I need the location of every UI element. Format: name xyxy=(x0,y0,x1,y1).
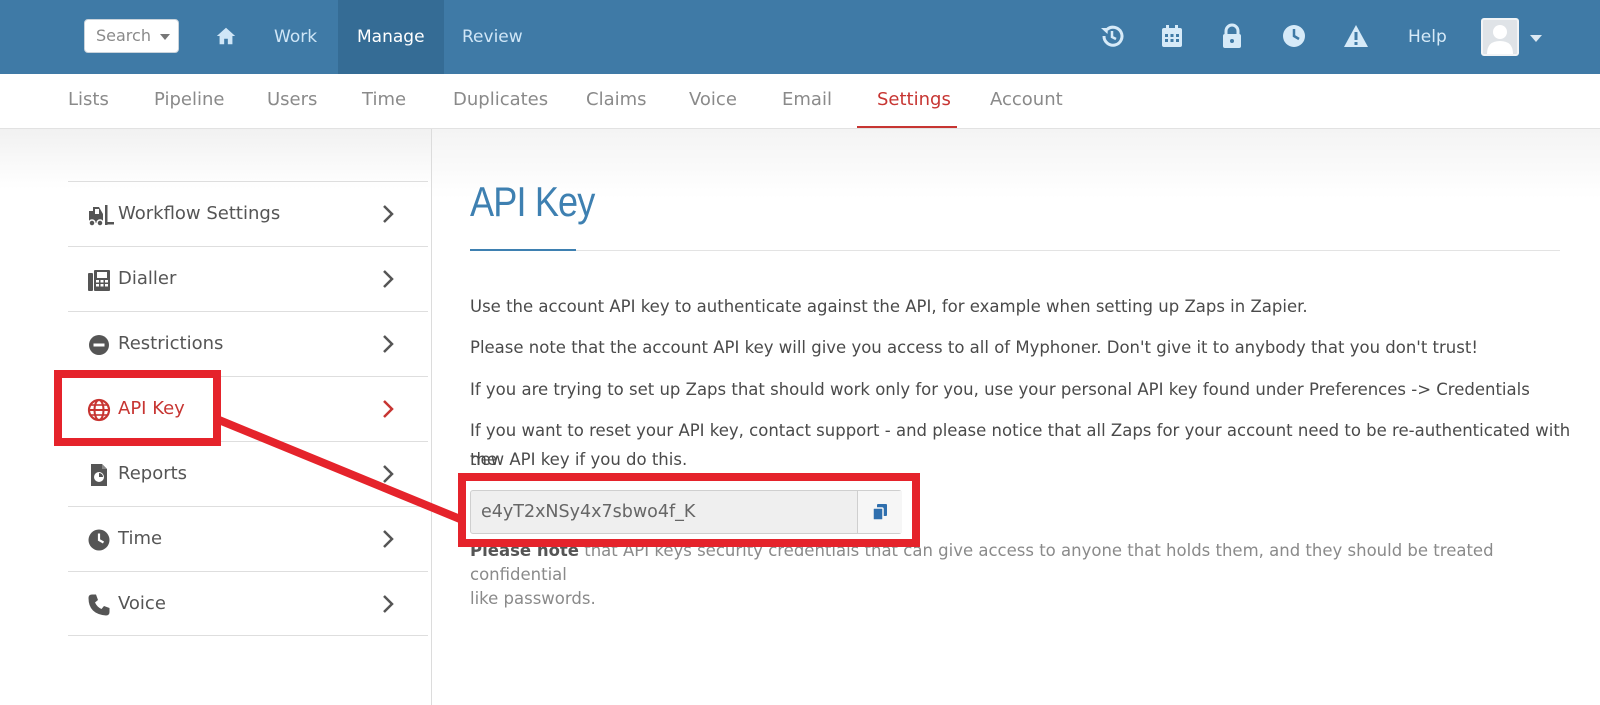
highlight-connector-line xyxy=(217,416,462,523)
